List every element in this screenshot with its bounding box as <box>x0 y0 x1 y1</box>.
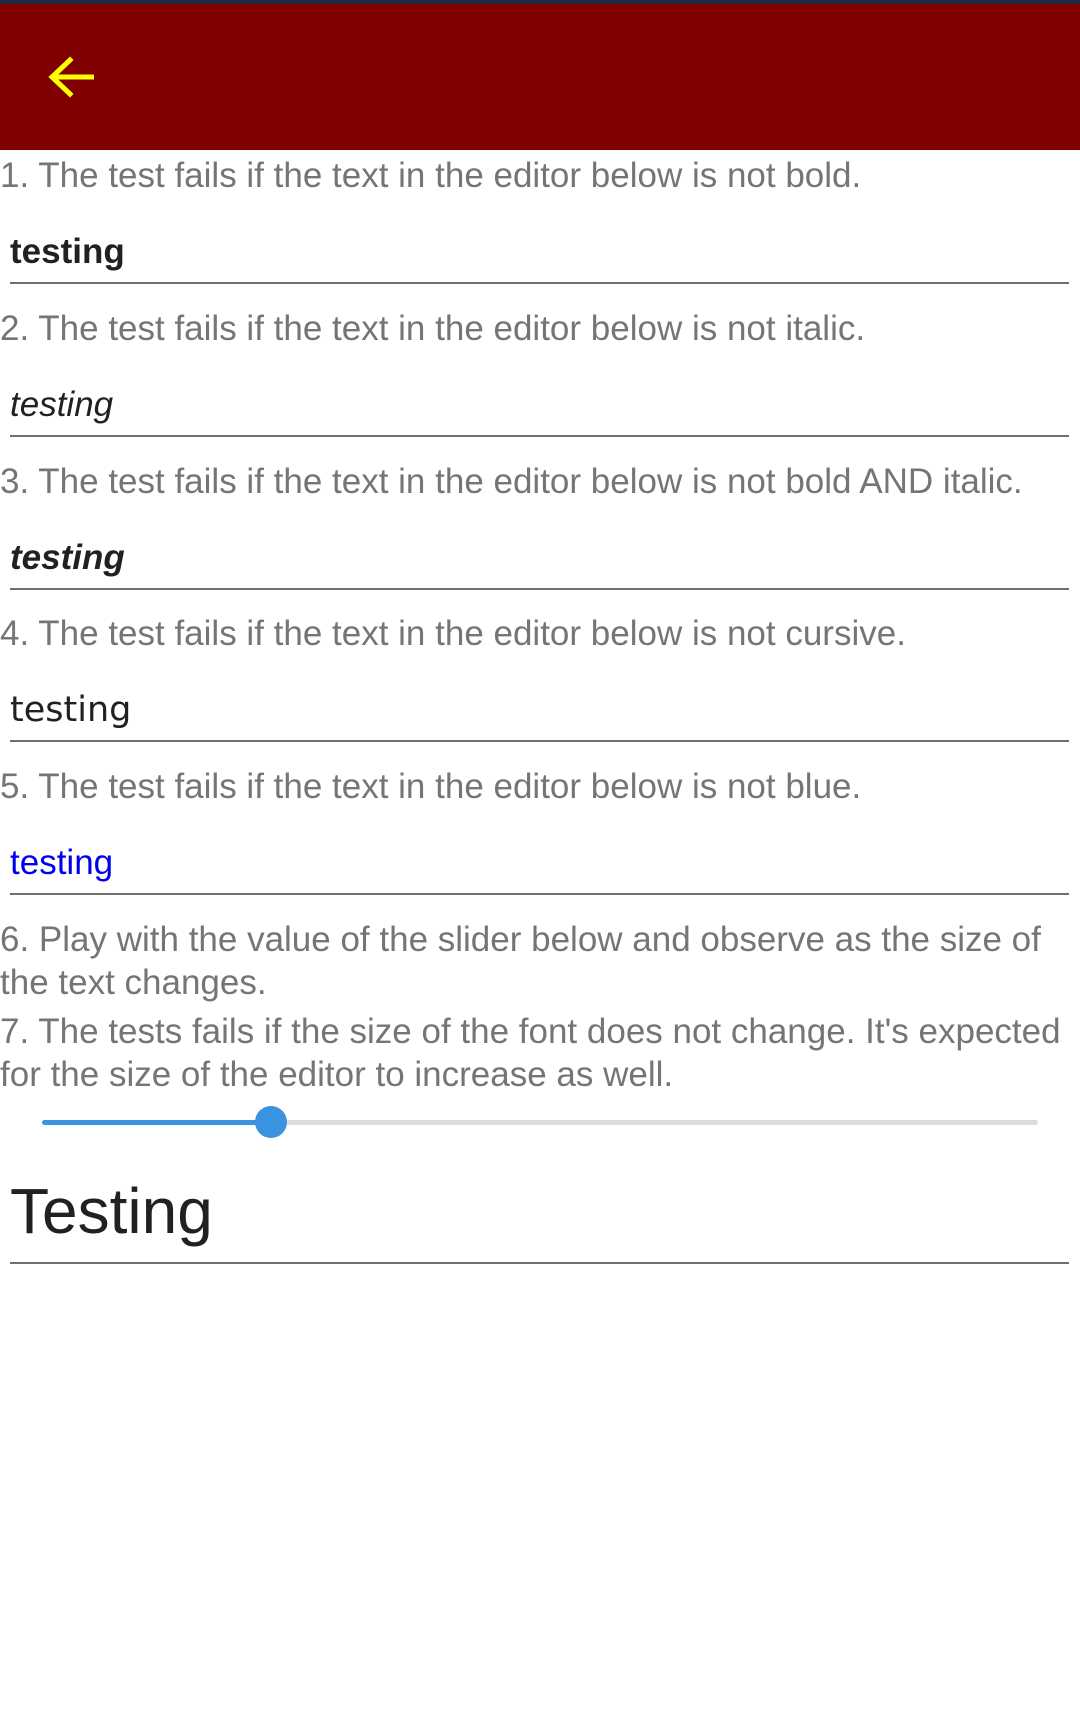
instruction-1: 1. The test fails if the text in the edi… <box>0 156 862 195</box>
editor-bold-italic[interactable]: testing <box>10 528 1069 590</box>
editor-font-size-text: Testing <box>10 1175 213 1247</box>
editor-bold-italic-text: testing <box>10 538 125 577</box>
editor-blue[interactable]: testing <box>10 833 1069 895</box>
editor-cursive[interactable]: testing <box>10 680 1069 742</box>
font-size-slider[interactable] <box>42 1102 1038 1142</box>
instruction-3: 3. The test fails if the text in the edi… <box>0 462 1023 501</box>
editor-bold[interactable]: testing <box>10 222 1069 284</box>
back-button[interactable] <box>36 42 106 112</box>
editor-bold-text: testing <box>10 232 125 271</box>
instruction-5: 5. The test fails if the text in the edi… <box>0 767 862 806</box>
editor-cursive-text: testing <box>10 690 132 730</box>
instruction-4: 4. The test fails if the text in the edi… <box>0 614 906 653</box>
editor-italic-text: testing <box>10 385 114 424</box>
slider-thumb[interactable] <box>255 1106 287 1138</box>
editor-blue-text: testing <box>10 843 114 882</box>
instruction-7: 7. The tests fails if the size of the fo… <box>0 1012 1061 1094</box>
instruction-2: 2. The test fails if the text in the edi… <box>0 309 866 348</box>
editor-font-size[interactable]: Testing <box>10 1174 1069 1264</box>
editor-italic[interactable]: testing <box>10 375 1069 437</box>
app-toolbar <box>0 4 1080 150</box>
slider-fill <box>42 1120 271 1125</box>
instruction-6: 6. Play with the value of the slider bel… <box>0 920 1041 1002</box>
arrow-left-icon <box>48 56 94 98</box>
